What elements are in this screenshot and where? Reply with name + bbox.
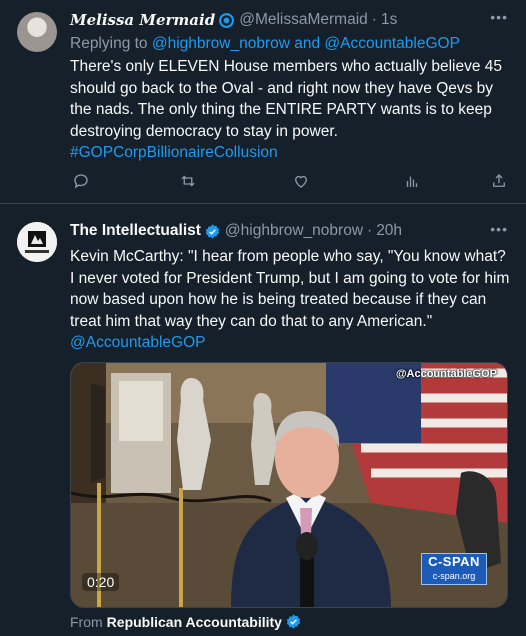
hashtag-link[interactable]: #GOPCorpBillionaireCollusion (70, 144, 278, 161)
more-options-icon[interactable]: ••• (490, 221, 508, 237)
tweet-body: There's only ELEVEN House members who ac… (70, 58, 503, 140)
replying-prefix: Replying to (70, 35, 148, 52)
display-name[interactable]: The Intellectualist (70, 222, 201, 240)
separator: · (371, 11, 377, 28)
share-icon[interactable] (488, 170, 510, 192)
from-label: From (70, 613, 103, 630)
video-watermark: @AccountableGOP (395, 368, 497, 380)
separator: · (367, 222, 373, 239)
tweet-text: Kevin McCarthy: "I hear from people who … (70, 246, 510, 354)
handle[interactable]: @MelissaMermaid (239, 11, 368, 29)
tweet-body: Kevin McCarthy: "I hear from people who … (70, 248, 510, 330)
verified-badge-icon (205, 223, 220, 239)
video-player[interactable]: @AccountableGOP 0:20 C-SPAN c-span.org (70, 362, 508, 608)
mention-link[interactable]: @AccountableGOP (70, 334, 206, 351)
tweet-header: Melissa Mermaid @MelissaMermaid · 1s (70, 11, 397, 29)
tweet-reply[interactable]: Melissa Mermaid @MelissaMermaid · 1s •••… (0, 0, 526, 204)
more-options-icon[interactable]: ••• (490, 9, 508, 25)
display-name[interactable]: Melissa Mermaid (70, 11, 215, 29)
timestamp[interactable]: 1s (381, 11, 397, 29)
cspan-logo: C-SPAN c-span.org (421, 553, 487, 585)
timestamp[interactable]: 20h (376, 222, 402, 240)
replying-to-mentions[interactable]: @highbrow_nobrow and @AccountableGOP (152, 35, 460, 52)
avatar[interactable] (17, 222, 57, 262)
source-account-link[interactable]: Republican Accountability (107, 614, 282, 630)
tweet-header: The Intellectualist @highbrow_nobrow · 2… (70, 222, 402, 240)
verified-badge-icon (286, 614, 301, 629)
intellectualist-logo (17, 222, 57, 262)
verified-badge-icon (219, 12, 235, 28)
tweet-quoted[interactable]: The Intellectualist @highbrow_nobrow · 2… (0, 205, 526, 636)
action-bar (70, 170, 510, 194)
cspan-logo-name: C-SPAN (428, 554, 480, 569)
cspan-logo-url: c-span.org (432, 571, 476, 581)
handle[interactable]: @highbrow_nobrow (225, 222, 363, 240)
like-icon[interactable] (290, 170, 312, 192)
replying-to: Replying to @highbrow_nobrow and @Accoun… (70, 35, 460, 53)
tweet-text: There's only ELEVEN House members who ac… (70, 56, 510, 164)
video-duration: 0:20 (82, 573, 120, 591)
retweet-icon[interactable] (177, 170, 199, 192)
media-source: From Republican Accountability (70, 613, 302, 630)
reply-icon[interactable] (70, 170, 92, 192)
views-icon[interactable] (401, 170, 423, 192)
avatar[interactable] (17, 12, 57, 52)
